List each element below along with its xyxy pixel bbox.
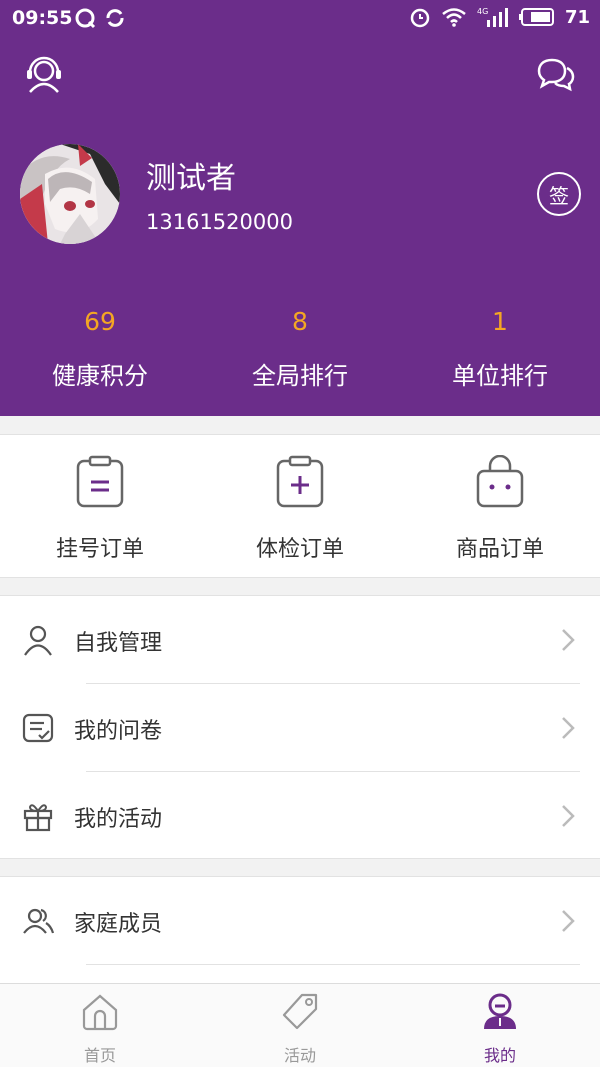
tab-label: 首页	[83, 1046, 116, 1065]
order-goods[interactable]: 商品订单	[400, 435, 600, 577]
order-label: 挂号订单	[55, 537, 144, 562]
stat-label: 单位排行	[452, 362, 548, 390]
stat-label: 全局排行	[252, 362, 348, 390]
chevron-right-icon	[562, 717, 575, 739]
status-left-icons	[74, 7, 126, 29]
order-label: 体检订单	[255, 537, 344, 562]
stat-value: 8	[292, 307, 308, 336]
chat-icon[interactable]	[536, 54, 576, 94]
profile-icon	[484, 993, 516, 1029]
phone-number: 13161520000	[146, 210, 293, 234]
customer-service-icon[interactable]	[24, 54, 64, 94]
menu-label: 自我管理	[74, 631, 163, 656]
battery-level: 71	[564, 6, 590, 28]
menu-item-activities[interactable]: 我的活动	[0, 772, 600, 860]
orders-section: 挂号订单 体检订单 商品订单	[0, 434, 600, 578]
stat-label: 健康积分	[52, 362, 148, 390]
tab-label: 活动	[283, 1046, 316, 1065]
shopping-bag-icon	[476, 455, 524, 508]
menu-label: 家庭成员	[74, 912, 163, 937]
stat-global-rank[interactable]: 8 全局排行	[200, 300, 400, 391]
signal-icon: 4G	[477, 7, 508, 27]
order-label: 商品订单	[455, 537, 544, 562]
sync-icon	[106, 9, 124, 27]
gift-icon	[23, 804, 53, 832]
profile-header: 09:55 4G 71 测试者 13161520000 签 69 健康积分 8 …	[0, 0, 600, 416]
tab-mine[interactable]: 我的	[400, 984, 600, 1067]
status-right-icons: 4G 71	[409, 6, 590, 28]
stat-value: 69	[84, 307, 116, 336]
avatar-image	[20, 144, 120, 244]
chevron-right-icon	[562, 805, 575, 827]
home-icon	[82, 994, 118, 1031]
battery-icon	[518, 8, 554, 26]
sign-in-button[interactable]: 签	[537, 172, 581, 216]
menu-group-primary: 自我管理 我的问卷 我的活动	[0, 595, 600, 859]
tag-icon	[282, 993, 318, 1030]
stat-unit-rank[interactable]: 1 单位排行	[400, 300, 600, 391]
wifi-icon	[442, 8, 466, 27]
tab-label: 我的	[483, 1046, 516, 1065]
questionnaire-icon	[22, 713, 54, 743]
bottom-tab-bar: 首页 活动 我的	[0, 983, 600, 1067]
avatar[interactable]	[20, 144, 120, 244]
alarm-icon	[410, 8, 430, 28]
tab-activity[interactable]: 活动	[200, 984, 400, 1067]
menu-group-family: 家庭成员	[0, 876, 600, 996]
qq-icon	[75, 8, 96, 29]
status-bar: 09:55 4G 71	[0, 0, 600, 38]
clipboard-plus-icon	[276, 455, 324, 508]
chevron-right-icon	[562, 910, 575, 932]
menu-label: 我的问卷	[74, 719, 163, 744]
menu-item-self-management[interactable]: 自我管理	[0, 596, 600, 684]
menu-item-family-members[interactable]: 家庭成员	[0, 877, 600, 965]
tab-home[interactable]: 首页	[0, 984, 200, 1067]
menu-label: 我的活动	[74, 807, 163, 832]
username: 测试者	[146, 161, 236, 196]
divider	[86, 964, 580, 965]
chevron-right-icon	[562, 629, 575, 651]
status-time: 09:55	[12, 7, 73, 29]
menu-item-questionnaire[interactable]: 我的问卷	[0, 684, 600, 772]
clipboard-list-icon	[76, 455, 124, 508]
family-icon	[23, 908, 54, 934]
stat-value: 1	[492, 307, 508, 336]
network-type: 4G	[477, 7, 488, 16]
order-registration[interactable]: 挂号订单	[0, 435, 200, 577]
order-checkup[interactable]: 体检订单	[200, 435, 400, 577]
user-icon	[24, 625, 52, 656]
stat-health-points[interactable]: 69 健康积分	[0, 300, 200, 391]
stats-row: 69 健康积分 8 全局排行 1 单位排行	[0, 300, 600, 391]
